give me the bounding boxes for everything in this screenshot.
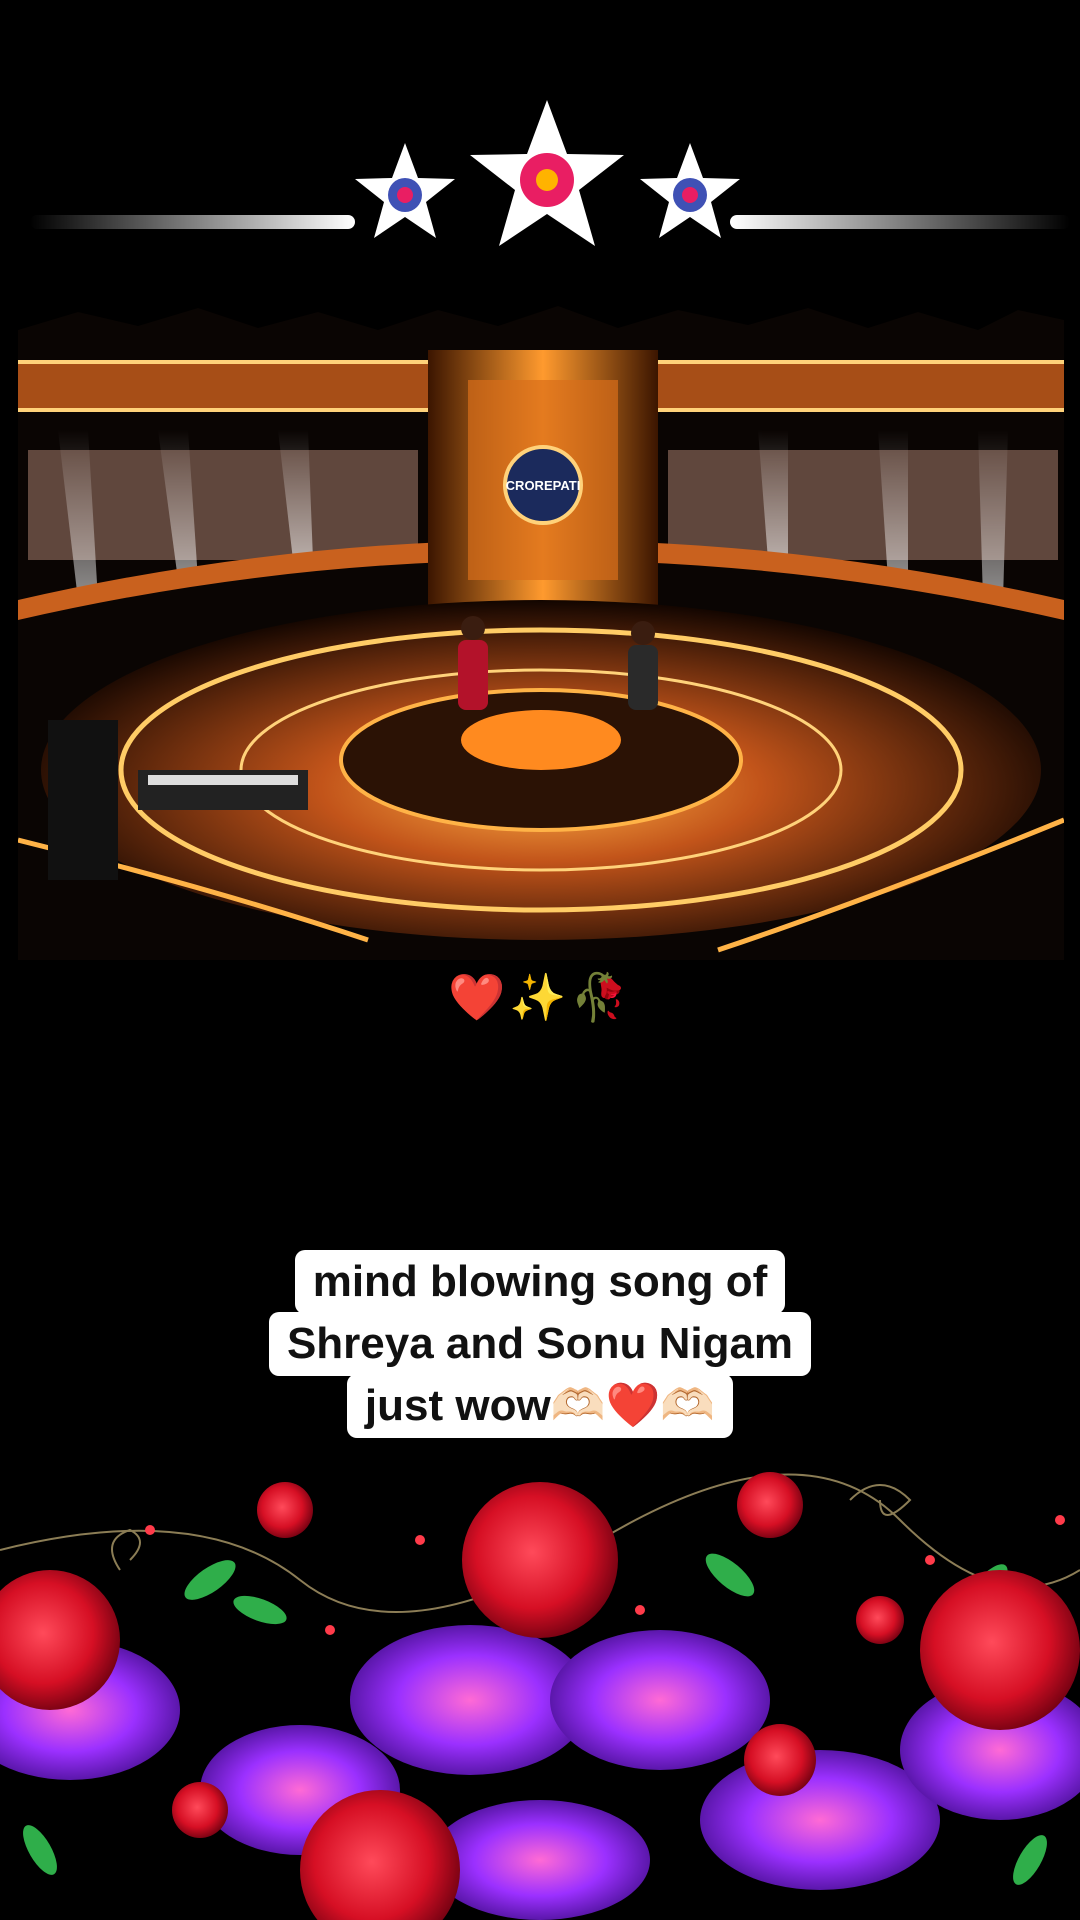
left-bar [30,215,355,229]
purple-flowers [0,1625,1080,1920]
caption-line-1: mind blowing song of [294,1250,786,1314]
video-frame[interactable]: CROREPATI [18,300,1064,960]
stars-banner [30,100,1070,246]
show-logo-text: CROREPATI [506,478,581,493]
star-icon-right [640,143,740,238]
caption-line-3: just wow🫶🏻❤️🫶🏻 [346,1374,734,1438]
star-icon-center [470,100,624,246]
emoji-row: ❤️✨🥀 [448,971,632,1023]
caption: mind blowing song of Shreya and Sonu Nig… [0,1250,1080,1438]
right-bar [730,215,1070,229]
star-icon-left [355,143,455,238]
caption-line-2: Shreya and Sonu Nigam [268,1312,812,1376]
flower-decoration [0,1472,1080,1920]
